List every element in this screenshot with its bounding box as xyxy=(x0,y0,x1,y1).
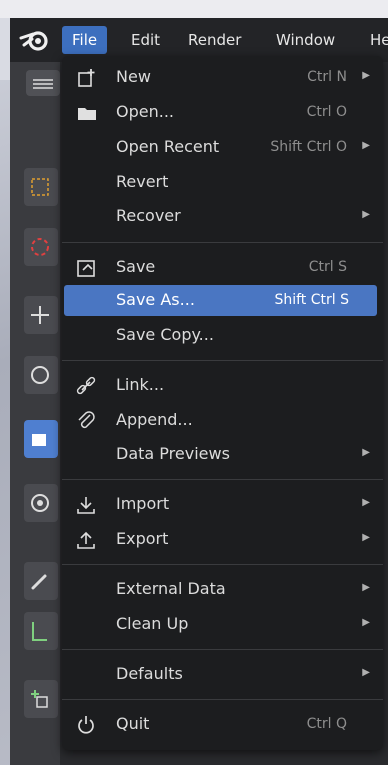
menu-separator xyxy=(62,360,383,361)
menu-edit[interactable]: Edit xyxy=(121,26,170,54)
export-icon xyxy=(76,530,98,550)
menu-item-link[interactable]: Link... xyxy=(62,370,383,401)
menu-separator xyxy=(62,479,383,480)
menu-item-label: External Data xyxy=(116,579,226,598)
submenu-arrow-icon: ▶ xyxy=(362,532,370,543)
submenu-arrow-icon: ▶ xyxy=(362,497,370,508)
new-file-icon xyxy=(76,68,98,88)
menu-separator xyxy=(62,564,383,565)
menu-item-label: Append... xyxy=(116,410,193,429)
menu-item-shortcut: Ctrl N xyxy=(307,69,347,85)
folder-icon xyxy=(76,103,98,123)
menu-item-label: Defaults xyxy=(116,664,183,683)
submenu-arrow-icon: ▶ xyxy=(362,582,370,593)
menu-item-label: New xyxy=(116,67,151,86)
menu-item-recover[interactable]: Recover ▶ xyxy=(62,201,383,232)
power-icon xyxy=(76,715,98,735)
menu-item-save-copy[interactable]: Save Copy... xyxy=(62,320,383,351)
menu-item-label: Link... xyxy=(116,375,165,394)
annotate-tool[interactable] xyxy=(24,562,58,600)
menu-item-shortcut: Shift Ctrl O xyxy=(270,139,347,155)
menu-separator xyxy=(62,649,383,650)
menu-item-label: Save Copy... xyxy=(116,325,214,344)
menu-item-clean-up[interactable]: Clean Up ▶ xyxy=(62,609,383,640)
menu-item-open-recent[interactable]: Open Recent Shift Ctrl O ▶ xyxy=(62,132,383,163)
menu-item-label: Export xyxy=(116,529,169,548)
menu-item-import[interactable]: Import ▶ xyxy=(62,489,383,520)
menu-item-export[interactable]: Export ▶ xyxy=(62,524,383,555)
menu-item-label: Clean Up xyxy=(116,614,189,633)
submenu-arrow-icon: ▶ xyxy=(362,447,370,458)
add-object-tool[interactable] xyxy=(24,680,58,718)
menu-window[interactable]: Window xyxy=(266,26,345,54)
menu-item-save-as[interactable]: Save As... Shift Ctrl S xyxy=(64,285,377,316)
window-top-strip xyxy=(0,0,388,18)
paperclip-icon xyxy=(76,411,98,431)
menu-item-data-previews[interactable]: Data Previews ▶ xyxy=(62,439,383,470)
save-icon xyxy=(76,258,98,278)
rotate-tool[interactable] xyxy=(24,356,58,394)
import-icon xyxy=(76,495,98,515)
select-box-tool[interactable] xyxy=(24,168,58,206)
menu-item-shortcut: Shift Ctrl S xyxy=(274,292,349,308)
move-tool[interactable] xyxy=(24,296,58,334)
cursor-tool[interactable] xyxy=(24,228,58,266)
menu-item-label: Open Recent xyxy=(116,137,220,156)
menu-separator xyxy=(62,699,383,700)
menu-item-label: Import xyxy=(116,494,170,513)
transform-tool[interactable] xyxy=(24,484,58,522)
menu-help[interactable]: He xyxy=(360,26,388,54)
menu-item-label: Save As... xyxy=(116,290,195,309)
menu-item-shortcut: Ctrl Q xyxy=(306,716,347,732)
menu-separator xyxy=(62,242,383,243)
menu-item-shortcut: Ctrl S xyxy=(308,259,347,275)
submenu-arrow-icon: ▶ xyxy=(362,70,370,81)
menu-item-defaults[interactable]: Defaults ▶ xyxy=(62,659,383,690)
menu-file[interactable]: File xyxy=(62,26,108,54)
menu-item-save[interactable]: Save Ctrl S xyxy=(62,252,383,283)
menu-item-new[interactable]: New Ctrl N ▶ xyxy=(62,62,383,93)
menu-item-quit[interactable]: Quit Ctrl Q xyxy=(62,709,383,740)
measure-tool[interactable] xyxy=(24,612,58,650)
menu-item-label: Save xyxy=(116,257,156,276)
menu-render[interactable]: Render xyxy=(178,26,251,54)
menu-item-append[interactable]: Append... xyxy=(62,405,383,436)
link-icon xyxy=(76,376,98,396)
menu-item-label: Recover xyxy=(116,206,181,225)
menu-item-external-data[interactable]: External Data ▶ xyxy=(62,574,383,605)
menu-item-revert[interactable]: Revert xyxy=(62,167,383,198)
menu-item-label: Open... xyxy=(116,102,174,121)
submenu-arrow-icon: ▶ xyxy=(362,209,370,220)
file-menu-dropdown: New Ctrl N ▶ Open... Ctrl O Open Recent … xyxy=(62,56,383,750)
menu-item-label: Data Previews xyxy=(116,444,230,463)
menu-item-shortcut: Ctrl O xyxy=(306,104,347,120)
menu-item-label: Quit xyxy=(116,714,150,733)
submenu-arrow-icon: ▶ xyxy=(362,617,370,628)
submenu-arrow-icon: ▶ xyxy=(362,140,370,151)
menu-item-label: Revert xyxy=(116,172,169,191)
submenu-arrow-icon: ▶ xyxy=(362,667,370,678)
menu-item-open[interactable]: Open... Ctrl O xyxy=(62,97,383,128)
scale-tool[interactable] xyxy=(24,420,58,458)
view-toggle-button[interactable] xyxy=(26,70,60,96)
blender-logo-icon[interactable] xyxy=(18,26,52,54)
